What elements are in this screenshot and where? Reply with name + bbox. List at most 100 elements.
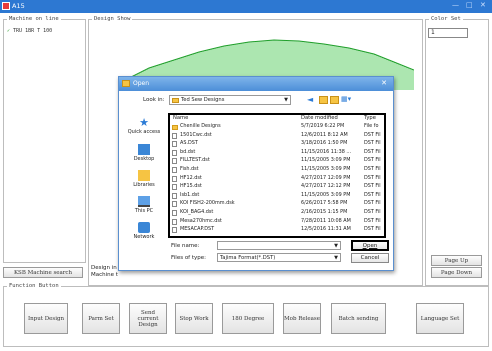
file-name: AS.DST xyxy=(180,140,198,147)
column-header-name[interactable]: Name xyxy=(173,115,188,121)
file-name-input[interactable]: ▼ xyxy=(217,241,341,250)
close-button[interactable]: ✕ xyxy=(480,1,486,9)
color-panel-legend: Color Set xyxy=(431,16,461,22)
up-folder-icon[interactable] xyxy=(319,96,328,104)
file-type: DST Fil xyxy=(364,183,381,190)
file-row[interactable]: KOI_BAG4.dst 2/16/2015 1:15 PM DST Fil xyxy=(170,209,384,217)
file-type: DST Fil xyxy=(364,200,381,207)
folder-icon xyxy=(172,97,179,103)
file-row[interactable]: Chenille Designs 5/7/2019 6:22 PM File fo xyxy=(170,123,384,131)
file-name: MESACAP.DST xyxy=(180,226,215,233)
app-icon xyxy=(2,2,10,10)
color-index-field[interactable]: 1 xyxy=(428,28,468,38)
maximize-button[interactable]: □ xyxy=(466,1,473,9)
mob-release-button[interactable]: Mob Release xyxy=(283,303,321,334)
nav-this-pc[interactable]: This PC xyxy=(121,196,167,214)
app-title: A15 xyxy=(12,2,25,10)
file-icon xyxy=(172,192,177,199)
file-type: DST Fil xyxy=(364,131,381,138)
machine-search-button[interactable]: KSB Machine search xyxy=(3,267,83,278)
column-header-type[interactable]: Type xyxy=(364,115,376,121)
file-icon xyxy=(172,210,177,216)
file-name: KOI FISH2-200mm.dsk xyxy=(180,200,235,207)
design-info-line-1: Design in xyxy=(91,265,117,271)
machine-panel: Machine on line ✓ TRU 1BR T 100 xyxy=(3,16,86,263)
file-type: DST Fil xyxy=(364,226,381,233)
checkmark-icon: ✓ xyxy=(7,28,11,34)
file-list: Name Date modified Type Chenille Designs… xyxy=(168,113,386,238)
function-panel-legend: Function Button xyxy=(9,283,59,289)
file-name: KOI_BAG4.dst xyxy=(180,209,214,215)
rotate-180-button[interactable]: 180 Degree xyxy=(222,303,274,334)
file-name: Mesa270hmc.dst xyxy=(180,217,222,224)
file-name: Isb1.dst xyxy=(180,191,200,198)
nav-libraries[interactable]: Libraries xyxy=(121,170,167,188)
chevron-down-icon: ▼ xyxy=(334,254,338,261)
file-date: 4/27/2017 12:12 PM xyxy=(301,183,351,190)
file-date: 11/15/2016 11:38 ... xyxy=(301,148,352,155)
batch-sending-button[interactable]: Batch sending xyxy=(331,303,386,334)
file-row[interactable]: Mesa270hmc.dst 7/28/2011 10:08 AM DST Fil xyxy=(170,218,384,226)
look-in-dropdown[interactable]: Ted Sew Designs ▼ xyxy=(169,95,291,105)
new-folder-icon[interactable] xyxy=(330,96,339,104)
folder-icon xyxy=(122,80,130,87)
file-row[interactable]: HF12.dst 4/27/2017 12:09 PM DST Fil xyxy=(170,175,384,183)
machine-panel-legend: Machine on line xyxy=(9,16,59,22)
file-type: DST Fil xyxy=(364,140,381,147)
look-in-label: Look in: xyxy=(143,97,165,103)
app-titlebar: A15 — □ ✕ xyxy=(0,0,492,13)
file-icon xyxy=(172,167,177,173)
file-type-value: Tajima Format(*.DST) xyxy=(220,254,276,261)
file-icon xyxy=(172,141,177,148)
file-row[interactable]: FILLTEST.dst 11/15/2005 3:09 PM DST Fil xyxy=(170,157,384,165)
back-arrow-icon[interactable]: ◄ xyxy=(307,95,317,105)
file-date: 6/26/2017 5:58 PM xyxy=(301,200,348,207)
file-type-select[interactable]: Tajima Format(*.DST) ▼ xyxy=(217,253,341,262)
nav-network[interactable]: Network xyxy=(121,222,167,240)
stop-work-button[interactable]: Stop Work xyxy=(175,303,213,334)
file-icon xyxy=(172,158,177,165)
dialog-titlebar: Open ✕ xyxy=(119,77,393,91)
file-row[interactable]: 1501Cwc.dst 12/6/2011 8:12 AM DST Fil xyxy=(170,132,384,140)
file-name-label: File name: xyxy=(171,243,200,249)
nav-label: Quick access xyxy=(127,129,161,135)
file-type: DST Fil xyxy=(364,209,381,215)
machine-list-item[interactable]: ✓ TRU 1BR T 100 xyxy=(7,28,52,34)
parm-set-button[interactable]: Parm Set xyxy=(82,303,120,334)
page-down-button[interactable]: Page Down xyxy=(431,267,482,278)
file-icon xyxy=(172,149,177,156)
dialog-close-button[interactable]: ✕ xyxy=(377,79,391,89)
file-name: 1501Cwc.dst xyxy=(180,131,212,138)
cancel-button[interactable]: Cancel xyxy=(351,253,389,263)
nav-quick-access[interactable]: ★ Quick access xyxy=(121,117,167,135)
file-type: DST Fil xyxy=(364,191,381,198)
column-header-date[interactable]: Date modified xyxy=(301,115,338,121)
file-row[interactable]: KOI FISH2-200mm.dsk 6/26/2017 5:58 PM DST … xyxy=(170,200,384,208)
nav-desktop[interactable]: Desktop xyxy=(121,144,167,162)
file-row[interactable]: HF15.dst 4/27/2017 12:12 PM DST Fil xyxy=(170,183,384,191)
file-row[interactable]: Isb1.dst 11/15/2005 3:09 PM DST Fil xyxy=(170,192,384,200)
file-date: 11/15/2005 3:09 PM xyxy=(301,191,351,198)
view-menu-icon[interactable]: ▦▾ xyxy=(341,95,353,105)
nav-label: This PC xyxy=(134,208,154,214)
page-up-button[interactable]: Page Up xyxy=(431,255,482,266)
file-row[interactable]: MESACAP.DST 12/5/2016 11:31 AM DST Fil xyxy=(170,226,384,234)
file-type: DST Fil xyxy=(364,166,381,172)
file-date: 11/15/2005 3:09 PM xyxy=(301,166,351,172)
file-row[interactable]: bd.dst 11/15/2016 11:38 ... DST Fil xyxy=(170,149,384,157)
minimize-button[interactable]: — xyxy=(452,1,459,9)
file-date: 2/16/2015 1:15 PM xyxy=(301,209,348,215)
file-name: Fish.dst xyxy=(180,166,199,172)
file-date: 5/7/2019 6:22 PM xyxy=(301,123,345,129)
file-row[interactable]: Fish.dst 11/15/2005 3:09 PM DST Fil xyxy=(170,166,384,174)
file-row[interactable]: AS.DST 3/18/2016 1:50 PM DST Fil xyxy=(170,140,384,148)
language-set-button[interactable]: Language Set xyxy=(416,303,464,334)
input-design-button[interactable]: Input Design xyxy=(24,303,68,334)
design-panel-legend: Design Show xyxy=(94,16,131,22)
file-date: 12/5/2016 11:31 AM xyxy=(301,226,351,233)
send-current-design-button[interactable]: Send current Design xyxy=(129,303,167,334)
open-button[interactable]: Open xyxy=(351,240,389,251)
color-set-panel: Color Set 1 xyxy=(425,16,489,286)
file-name: FILLTEST.dst xyxy=(180,157,210,164)
chevron-down-icon: ▼ xyxy=(334,242,338,249)
